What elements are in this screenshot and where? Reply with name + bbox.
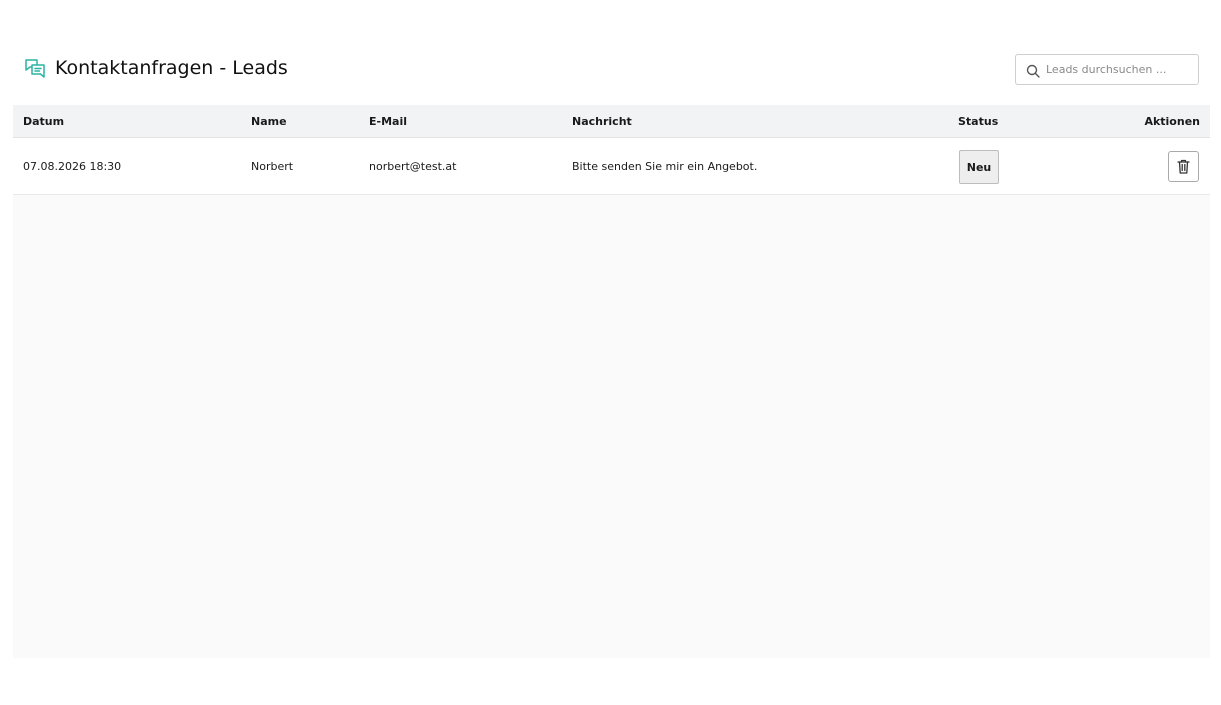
delete-button[interactable] xyxy=(1168,151,1199,182)
column-header-name[interactable]: Name xyxy=(251,115,287,128)
cell-email: norbert@test.at xyxy=(369,160,457,173)
search-input[interactable] xyxy=(1046,55,1194,84)
leads-table: Datum Name E-Mail Nachricht Status Aktio… xyxy=(13,105,1210,658)
column-header-status[interactable]: Status xyxy=(958,115,998,128)
page-header: Kontaktanfragen - Leads xyxy=(0,0,1221,104)
search-box[interactable] xyxy=(1015,54,1199,85)
column-header-datum[interactable]: Datum xyxy=(23,115,64,128)
column-header-aktionen: Aktionen xyxy=(1144,115,1200,128)
table-header: Datum Name E-Mail Nachricht Status Aktio… xyxy=(13,105,1210,138)
column-header-email[interactable]: E-Mail xyxy=(369,115,407,128)
chat-bubbles-icon xyxy=(24,57,46,79)
cell-nachricht: Bitte senden Sie mir ein Angebot. xyxy=(572,160,758,173)
cell-name: Norbert xyxy=(251,160,294,173)
table-row[interactable]: 07.08.2026 18:30 Norbert norbert@test.at… xyxy=(13,138,1210,195)
column-header-nachricht[interactable]: Nachricht xyxy=(572,115,632,128)
trash-icon xyxy=(1177,159,1190,174)
page-title: Kontaktanfragen - Leads xyxy=(55,57,288,79)
cell-datum: 07.08.2026 18:30 xyxy=(23,160,122,173)
status-badge[interactable]: Neu xyxy=(959,150,999,184)
leads-page: Kontaktanfragen - Leads Datum Name E-Mai… xyxy=(0,0,1221,705)
search-icon xyxy=(1026,63,1040,78)
title-group: Kontaktanfragen - Leads xyxy=(24,57,288,79)
